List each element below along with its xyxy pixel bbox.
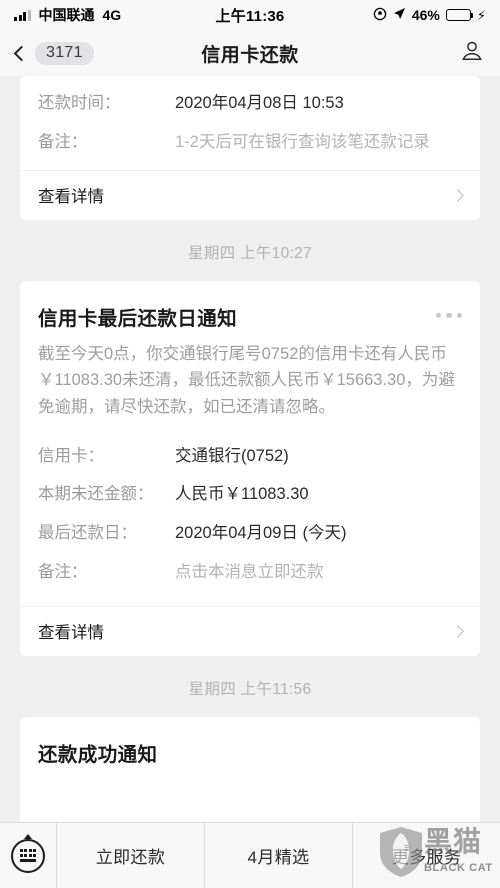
row-value: 人民币￥11083.30 <box>175 485 309 504</box>
table-row: 备注： 1-2天后可在银行查询该笔还款记录 <box>38 123 462 162</box>
card-title: 信用卡最后还款日通知 <box>38 307 238 330</box>
bottom-menu-item-april-picks[interactable]: 4月精选 <box>205 823 353 888</box>
status-bar-right: 46% ⚡ <box>373 7 486 24</box>
view-detail-label: 查看详情 <box>38 188 104 206</box>
location-arrow-icon <box>393 7 406 24</box>
card-paragraph: 截至今天0点，你交通银行尾号0752的信用卡还有人民币￥11083.30未还清，… <box>38 344 455 416</box>
row-key: 本期未还金额： <box>38 485 154 504</box>
row-key: 备注： <box>38 562 88 581</box>
message-timestamp: 星期四 上午10:27 <box>188 244 312 262</box>
message-timestamp: 星期四 上午11:56 <box>188 680 312 698</box>
bottom-menu-item-more-services[interactable]: 更多服务 <box>353 823 500 888</box>
card-title: 还款成功通知 <box>38 743 158 766</box>
battery-icon <box>445 9 474 21</box>
card-rows: 信用卡： 交通银行(0752) 本期未还金额： 人民币￥11083.30 最后还… <box>20 425 480 606</box>
table-row: 还款时间： 2020年04月08日 10:53 <box>38 84 462 123</box>
phone-screen: 中国联通 4G 上午11:36 46% ⚡ 3171 信用卡还款 还款时间： 2… <box>0 0 500 888</box>
card-rows: 还款时间： 2020年04月08日 10:53 备注： 1-2天后可在银行查询该… <box>20 76 480 170</box>
chevron-left-icon <box>13 45 30 61</box>
message-card-last-payment-notice[interactable]: 信用卡最后还款日通知 截至今天0点，你交通银行尾号0752的信用卡还有人民币￥1… <box>20 280 480 656</box>
bottom-toolbar: 立即还款 4月精选 更多服务 <box>0 822 500 888</box>
table-row: 最后还款日： 2020年04月09日 (今天) <box>38 514 462 553</box>
chevron-right-icon <box>451 624 464 638</box>
charging-bolt-icon: ⚡ <box>476 7 486 23</box>
contact-person-icon <box>460 39 484 68</box>
view-detail-button[interactable]: 查看详情 <box>20 169 480 220</box>
row-key: 还款时间： <box>38 94 121 112</box>
status-bar: 中国联通 4G 上午11:36 46% ⚡ <box>0 0 500 30</box>
row-value: 1-2天后可在银行查询该笔还款记录 <box>175 132 430 151</box>
nav-bar: 3171 信用卡还款 <box>0 30 500 76</box>
table-row: 信用卡： 交通银行(0752) <box>38 437 462 476</box>
table-row: 备注： 点击本消息立即还款 <box>38 553 462 592</box>
row-key: 信用卡： <box>38 446 104 465</box>
message-card-repayment-success[interactable]: 还款成功通知 <box>20 716 480 837</box>
contact-person-button[interactable] <box>460 39 484 68</box>
message-list[interactable]: 还款时间： 2020年04月08日 10:53 备注： 1-2天后可在银行查询该… <box>0 76 500 888</box>
message-card-repayment-time[interactable]: 还款时间： 2020年04月08日 10:53 备注： 1-2天后可在银行查询该… <box>20 76 480 220</box>
row-key: 备注： <box>38 132 88 151</box>
row-value: 交通银行(0752) <box>175 446 289 465</box>
card-header: 还款成功通知 <box>20 717 480 767</box>
back-button[interactable]: 3171 <box>13 41 94 65</box>
bottom-menu-item-pay-now[interactable]: 立即还款 <box>57 823 205 888</box>
chevron-right-icon <box>451 188 464 202</box>
view-detail-label: 查看详情 <box>38 624 104 643</box>
row-value: 点击本消息立即还款 <box>175 562 324 581</box>
rotation-lock-icon <box>373 7 387 23</box>
table-row: 本期未还金额： 人民币￥11083.30 <box>38 475 462 514</box>
row-value: 2020年04月08日 10:53 <box>175 94 344 112</box>
battery-percent-label: 46% <box>411 7 440 23</box>
view-detail-button[interactable]: 查看详情 <box>20 605 480 656</box>
row-key: 最后还款日： <box>38 524 137 543</box>
card-header: 信用卡最后还款日通知 <box>20 281 480 331</box>
more-dots-icon[interactable] <box>435 302 462 318</box>
keyboard-icon <box>11 838 45 873</box>
back-badge-label: 3171 <box>35 41 94 65</box>
row-value: 2020年04月09日 (今天) <box>175 524 347 543</box>
keyboard-toggle-button[interactable] <box>0 823 57 888</box>
